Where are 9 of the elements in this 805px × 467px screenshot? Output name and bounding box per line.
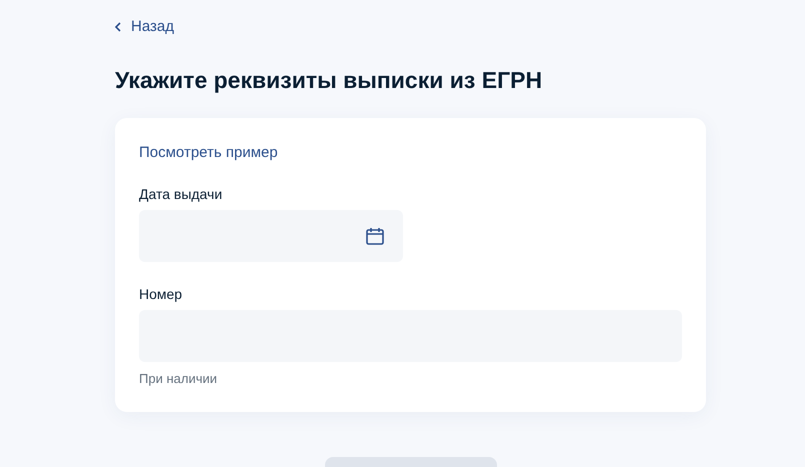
field-label: Дата выдачи bbox=[139, 184, 224, 204]
page-title: Укажите реквизиты выписки из ЕГРН bbox=[115, 66, 544, 94]
field-label: Номер bbox=[139, 284, 184, 304]
back-link[interactable]: Назад bbox=[115, 16, 174, 38]
date-field[interactable] bbox=[139, 210, 403, 262]
example-link[interactable]: Посмотреть пример bbox=[139, 142, 278, 164]
field-hint: При наличии bbox=[139, 370, 218, 388]
calendar-icon[interactable] bbox=[365, 226, 385, 246]
chevron-left-icon bbox=[115, 22, 121, 32]
